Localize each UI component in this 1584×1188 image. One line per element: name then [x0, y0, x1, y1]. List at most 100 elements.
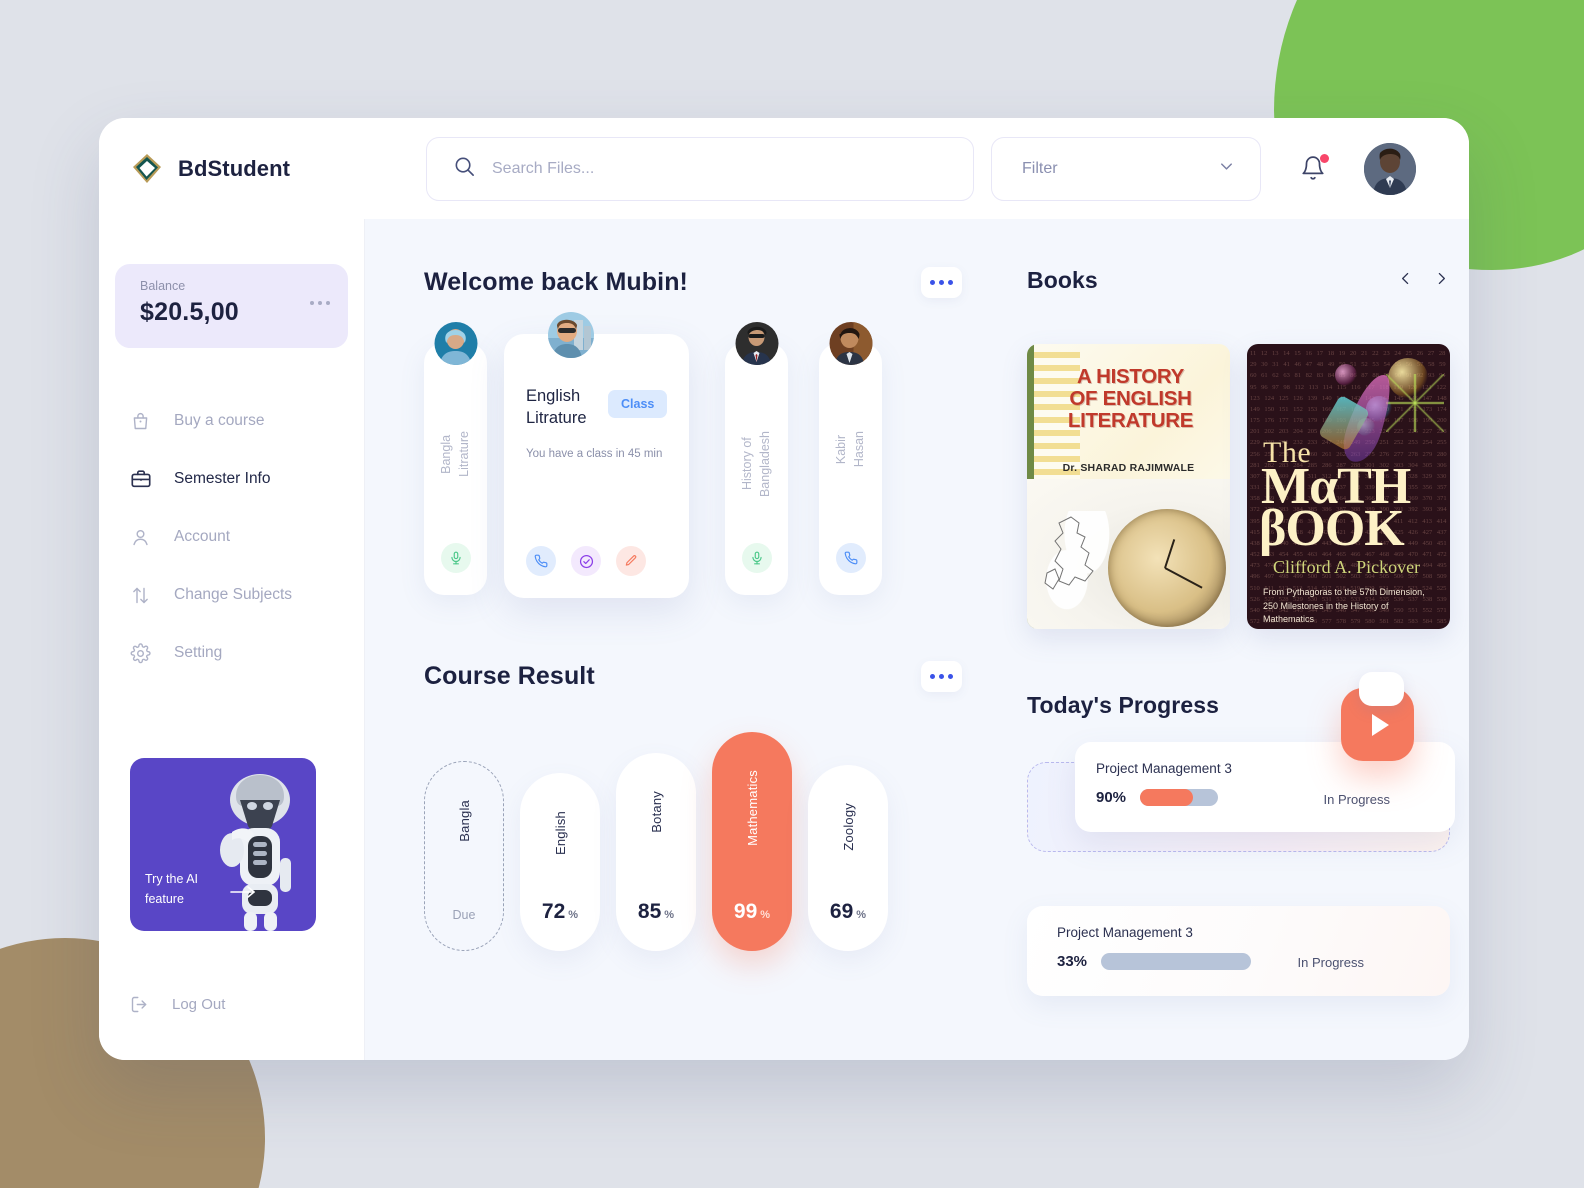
progress-row: 33% — [1057, 953, 1450, 970]
progress-bar-fill — [1140, 789, 1194, 806]
progress-row: 90% — [1096, 789, 1455, 806]
chart-bar-value: 99% — [733, 900, 771, 923]
chart-bar-mathematics[interactable]: Mathematics 99% — [712, 732, 792, 951]
book-author: Clifford A. Pickover — [1273, 557, 1421, 577]
chart-bar-value: 69% — [829, 900, 867, 923]
class-title: History of Bangladesh — [740, 431, 773, 498]
todays-progress-section: Today's Progress Project Management 3 90… — [1027, 672, 1455, 996]
chart-bar-english[interactable]: English 72% — [520, 773, 600, 951]
progress-item-highlight-wrapper: Project Management 3 90% In Progress — [1027, 742, 1455, 852]
phone-icon[interactable] — [526, 546, 556, 576]
ai-feature-promo-card[interactable]: Try the AI feature — [130, 758, 316, 931]
microphone-icon[interactable] — [741, 543, 772, 573]
chart-bar-zoology[interactable]: Zoology 69% — [808, 765, 888, 951]
book-author: Dr. SHARAD RAJIMWALE — [1062, 462, 1195, 474]
chart-bar-label: Mathematics — [744, 770, 760, 846]
avatar[interactable] — [1364, 142, 1416, 195]
sidebar-item-label: Account — [174, 528, 231, 545]
chevron-right-icon[interactable] — [1433, 269, 1450, 293]
books-list: A HISTORY OF ENGLISH LITERATURE Dr. SHAR… — [1027, 344, 1450, 629]
book-card-english-literature[interactable]: A HISTORY OF ENGLISH LITERATURE Dr. SHAR… — [1027, 344, 1230, 629]
play-button[interactable] — [1341, 672, 1414, 761]
diamond-logo-icon — [130, 152, 164, 186]
welcome-header: Welcome back Mubin! — [424, 267, 962, 298]
book-subtitle: From Pythagoras to the 57th Dimension, 2… — [1263, 587, 1425, 624]
chart-bar-value: 72% — [541, 900, 579, 923]
progress-percent: 33% — [1057, 953, 1088, 970]
class-card-kabir-hasan[interactable]: Kabir Hasan — [819, 322, 882, 595]
section-title: Course Result — [424, 662, 595, 690]
course-result-header: Course Result — [424, 661, 962, 692]
progress-title: Project Management 3 — [1057, 925, 1193, 940]
phone-icon[interactable] — [835, 543, 866, 573]
main-content: Welcome back Mubin! Bangla Litrature Eng… — [365, 219, 1469, 1060]
brand-name: BdStudent — [178, 155, 291, 181]
logout-button[interactable]: Log Out — [99, 976, 364, 1032]
logout-label: Log Out — [172, 995, 226, 1013]
progress-bar — [1101, 953, 1252, 970]
chart-bar-due-text: Due — [452, 908, 476, 922]
notifications-button[interactable] — [1300, 153, 1329, 184]
class-card-history-of-bangladesh[interactable]: History of Bangladesh — [725, 322, 788, 595]
chart-bar-label: English — [552, 811, 568, 856]
progress-percent: 90% — [1096, 789, 1127, 806]
chart-bar-value: 85% — [637, 900, 675, 923]
brand-logo[interactable]: BdStudent — [130, 152, 426, 186]
progress-bar — [1140, 789, 1219, 806]
chevron-left-icon[interactable] — [1397, 269, 1414, 293]
sidebar-item-label: Buy a course — [174, 412, 265, 429]
sidebar-item-label: Setting — [174, 644, 223, 661]
person-icon — [129, 526, 152, 549]
search-placeholder: Search Files... — [492, 159, 595, 177]
chart-bar-bangla[interactable]: Bangla Due — [424, 761, 504, 951]
book-card-math-book[interactable]: 11 12 13 14 15 16 17 18 19 20 21 22 23 2… — [1247, 344, 1450, 629]
class-card-english-litrature[interactable]: English Litrature Class You have a class… — [504, 312, 689, 598]
chart-bar-botany[interactable]: Botany 85% — [616, 753, 696, 951]
class-title-vertical: History of Bangladesh — [725, 431, 788, 497]
sidebar-item-change-subjects[interactable]: Change Subjects — [99, 566, 364, 624]
chevron-down-icon — [1217, 157, 1236, 181]
books-carousel-controls — [1397, 269, 1450, 293]
book-star-decoration — [1386, 374, 1444, 432]
balance-card[interactable]: Balance $20.5,00 — [115, 264, 348, 348]
sidebar-item-semester-info[interactable]: Semester Info — [99, 450, 364, 508]
notification-badge — [1320, 153, 1329, 163]
pencil-icon[interactable] — [616, 546, 646, 576]
logout-icon — [128, 993, 151, 1016]
search-input[interactable]: Search Files... — [426, 136, 974, 201]
class-subtitle: You have a class in 45 min — [526, 447, 663, 460]
balance-value: $20.5,00 — [140, 298, 239, 326]
microphone-icon[interactable] — [440, 543, 471, 573]
progress-card-2[interactable]: Project Management 3 33% In Progress — [1027, 906, 1450, 996]
sidebar: Balance $20.5,00 Buy a course Semester I… — [99, 219, 365, 1060]
section-title: Books — [1027, 267, 1098, 293]
sidebar-item-label: Change Subjects — [174, 586, 293, 603]
ai-promo-text: Try the AI feature — [145, 870, 219, 909]
check-circle-icon[interactable] — [571, 546, 601, 576]
course-result-menu-button[interactable] — [921, 661, 962, 692]
class-card-header: English Litrature Class — [504, 334, 689, 430]
book-orb-decoration — [1335, 364, 1357, 386]
course-result-section: Course Result Bangla Due English 72% Bot… — [424, 661, 962, 951]
welcome-menu-button[interactable] — [921, 267, 962, 298]
chart-bar-label: Botany — [648, 791, 664, 833]
sidebar-item-account[interactable]: Account — [99, 508, 364, 566]
course-result-chart: Bangla Due English 72% Botany 85% Mathem… — [424, 732, 962, 951]
books-header: Books — [1027, 267, 1450, 294]
class-card-actions — [526, 546, 646, 576]
class-card-bangla-litrature[interactable]: Bangla Litrature — [424, 322, 487, 595]
sidebar-item-label: Semester Info — [174, 470, 271, 487]
class-title-vertical: Bangla Litrature — [424, 431, 487, 477]
filter-dropdown[interactable]: Filter — [991, 136, 1261, 201]
progress-status: In Progress — [1297, 955, 1364, 970]
class-title: English Litrature — [526, 387, 587, 427]
sidebar-item-setting[interactable]: Setting — [99, 624, 364, 682]
clock-illustration — [1108, 509, 1226, 627]
uk-map-icon — [1041, 511, 1115, 615]
briefcase-icon — [129, 468, 152, 491]
sidebar-item-buy-a-course[interactable]: Buy a course — [99, 392, 364, 450]
balance-menu-button[interactable] — [310, 279, 330, 305]
sidebar-nav: Buy a course Semester Info Account Chang… — [99, 392, 364, 682]
class-title-vertical: Kabir Hasan — [819, 431, 882, 467]
main-left-column: Welcome back Mubin! Bangla Litrature Eng… — [424, 267, 962, 1060]
